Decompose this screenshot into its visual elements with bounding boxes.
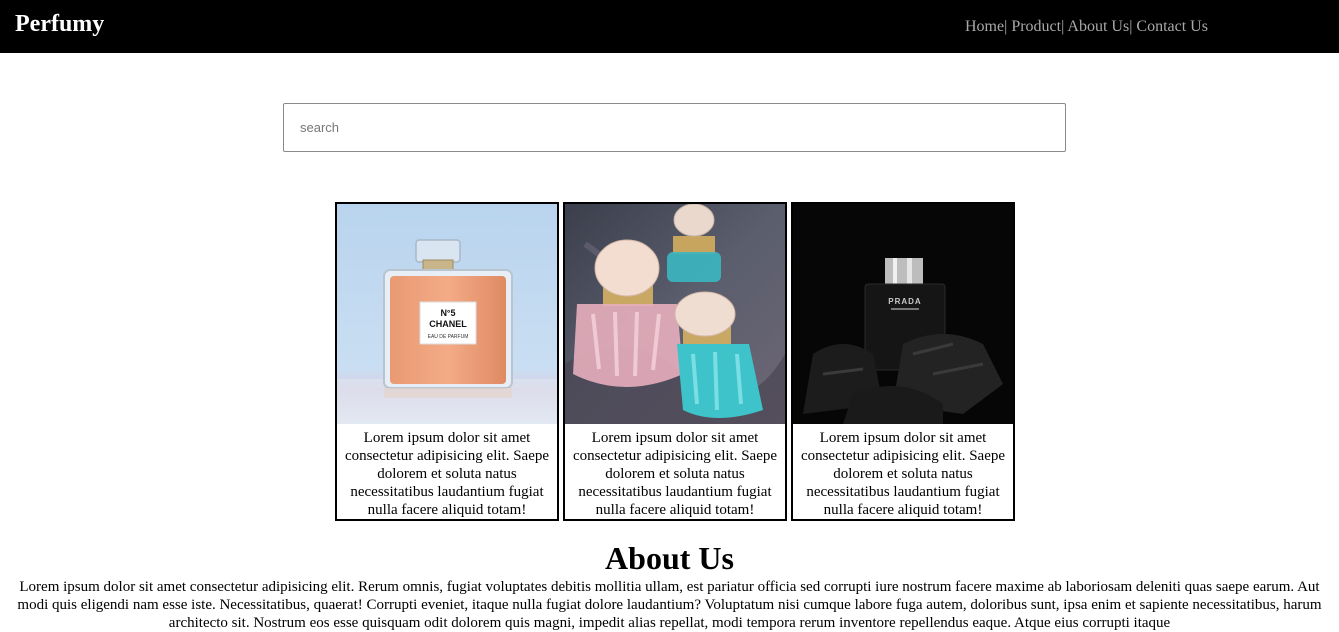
nav-link-product[interactable]: Product <box>1011 18 1061 35</box>
about-us-heading: About Us <box>605 540 734 576</box>
top-navbar: Perfumy Home| Product| About Us| Contact… <box>0 0 1339 53</box>
main-nav: Home| Product| About Us| Contact Us <box>965 17 1208 37</box>
product-description: Lorem ipsum dolor sit amet consectetur a… <box>572 430 778 518</box>
nav-separator: | <box>1129 18 1133 35</box>
prada-bottle-image: PRADA <box>793 204 1013 424</box>
about-us-paragraph: Lorem ipsum dolor sit amet consectetur a… <box>17 579 1322 631</box>
nav-link-home[interactable]: Home <box>965 18 1004 35</box>
nav-link-contact-us[interactable]: Contact Us <box>1136 18 1208 35</box>
bottle-label-chanel: CHANEL <box>429 319 467 329</box>
miu-miu-bottles-image <box>565 204 785 424</box>
product-description: Lorem ipsum dolor sit amet consectetur a… <box>344 430 550 518</box>
nav-separator: | <box>1004 18 1008 35</box>
product-description: Lorem ipsum dolor sit amet consectetur a… <box>800 430 1006 518</box>
search-bar <box>283 103 1066 152</box>
product-card[interactable]: PRADA Lorem ipsum dolor sit amet consect… <box>791 202 1015 521</box>
bottle-label-no5: N°5 <box>440 308 455 318</box>
search-input[interactable] <box>283 103 1066 152</box>
nav-link-about-us[interactable]: About Us <box>1067 18 1129 35</box>
product-card[interactable]: Lorem ipsum dolor sit amet consectetur a… <box>563 202 787 521</box>
product-card[interactable]: N°5 CHANEL EAU DE PARFUM Lorem ipsum dol… <box>335 202 559 521</box>
bottle-label-prada: PRADA <box>888 297 921 306</box>
bottle-label-eau-de-parfum: EAU DE PARFUM <box>428 334 469 340</box>
nav-separator: | <box>1061 18 1065 35</box>
chanel-no5-bottle-image: N°5 CHANEL EAU DE PARFUM <box>337 204 557 424</box>
brand-logo[interactable]: Perfumy <box>15 10 104 38</box>
